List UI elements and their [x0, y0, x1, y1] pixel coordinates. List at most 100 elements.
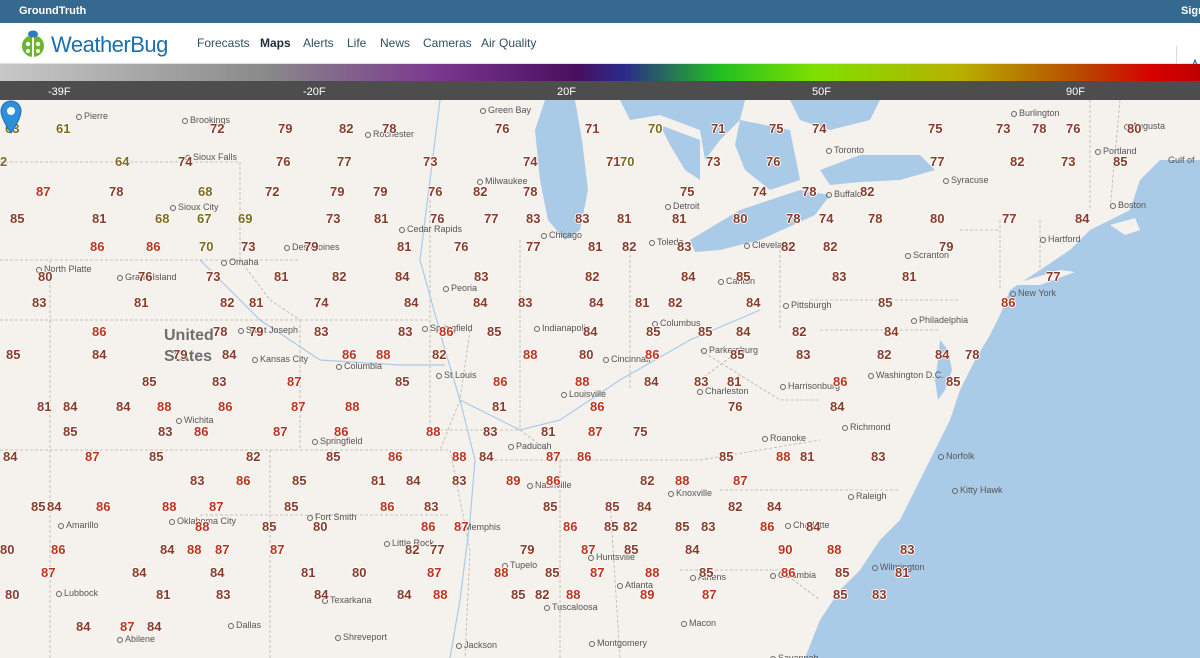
- temperature-reading[interactable]: 76: [1066, 122, 1080, 135]
- temperature-reading[interactable]: 84: [583, 325, 597, 338]
- temperature-reading[interactable]: 86: [1001, 296, 1015, 309]
- nav-item-cameras[interactable]: Cameras: [423, 36, 472, 50]
- temperature-reading[interactable]: 85: [545, 566, 559, 579]
- temperature-reading[interactable]: 80: [313, 520, 327, 533]
- temperature-reading[interactable]: 86: [781, 566, 795, 579]
- temperature-reading[interactable]: 82: [640, 474, 654, 487]
- temperature-reading[interactable]: 83: [796, 348, 810, 361]
- temperature-reading[interactable]: 82: [339, 122, 353, 135]
- temperature-reading[interactable]: 84: [147, 620, 161, 633]
- temperature-reading[interactable]: 88: [345, 400, 359, 413]
- temperature-reading[interactable]: 75: [769, 122, 783, 135]
- temperature-reading[interactable]: 76: [495, 122, 509, 135]
- temperature-reading[interactable]: 82: [668, 296, 682, 309]
- temperature-reading[interactable]: 87: [733, 474, 747, 487]
- temperature-reading[interactable]: 88: [162, 500, 176, 513]
- temperature-reading[interactable]: 80: [5, 588, 19, 601]
- temperature-reading[interactable]: 81: [800, 450, 814, 463]
- temperature-reading[interactable]: 86: [439, 325, 453, 338]
- temperature-reading[interactable]: 78: [802, 185, 816, 198]
- temperature-reading[interactable]: 84: [473, 296, 487, 309]
- temperature-reading[interactable]: 73: [996, 122, 1010, 135]
- temperature-reading[interactable]: 84: [767, 500, 781, 513]
- nav-item-air-quality[interactable]: Air Quality: [481, 36, 536, 50]
- temperature-reading[interactable]: 85: [835, 566, 849, 579]
- temperature-reading[interactable]: 85: [63, 425, 77, 438]
- temperature-reading[interactable]: 87: [36, 185, 50, 198]
- temperature-reading[interactable]: 84: [314, 588, 328, 601]
- temperature-reading[interactable]: 81: [37, 400, 51, 413]
- temperature-reading[interactable]: 80: [38, 270, 52, 283]
- temperature-reading[interactable]: 81: [902, 270, 916, 283]
- temperature-reading[interactable]: 84: [479, 450, 493, 463]
- temperature-reading[interactable]: 84: [935, 348, 949, 361]
- temperature-reading[interactable]: 86: [342, 348, 356, 361]
- temperature-reading[interactable]: 88: [827, 543, 841, 556]
- temperature-reading[interactable]: 78: [786, 212, 800, 225]
- temperature-reading[interactable]: 89: [506, 474, 520, 487]
- nav-item-news[interactable]: News: [380, 36, 410, 50]
- temperature-reading[interactable]: 83: [694, 375, 708, 388]
- temperature-reading[interactable]: 82: [332, 270, 346, 283]
- temperature-reading[interactable]: 84: [76, 620, 90, 633]
- temperature-reading[interactable]: 81: [301, 566, 315, 579]
- temperature-reading[interactable]: 78: [109, 185, 123, 198]
- temperature-reading[interactable]: 79: [330, 185, 344, 198]
- temperature-reading[interactable]: 80: [733, 212, 747, 225]
- temperature-reading[interactable]: 84: [3, 450, 17, 463]
- temperature-reading[interactable]: 84: [637, 500, 651, 513]
- temperature-reading[interactable]: 88: [187, 543, 201, 556]
- temperature-reading[interactable]: 85: [719, 450, 733, 463]
- temperature-reading[interactable]: 85: [142, 375, 156, 388]
- temperature-reading[interactable]: 84: [806, 520, 820, 533]
- temperature-reading[interactable]: 81: [374, 212, 388, 225]
- temperature-reading[interactable]: 82: [823, 240, 837, 253]
- temperature-reading[interactable]: 77: [1002, 212, 1016, 225]
- temperature-reading[interactable]: 82: [781, 240, 795, 253]
- temperature-reading[interactable]: 85: [292, 474, 306, 487]
- temperature-reading[interactable]: 70: [620, 155, 634, 168]
- temperature-reading[interactable]: 78: [965, 348, 979, 361]
- temperature-reading[interactable]: 85: [878, 296, 892, 309]
- temperature-reading[interactable]: 85: [326, 450, 340, 463]
- temperature-reading[interactable]: 85: [646, 325, 660, 338]
- temperature-reading[interactable]: 83: [212, 375, 226, 388]
- temperature-reading[interactable]: 81: [635, 296, 649, 309]
- nav-item-forecasts[interactable]: Forecasts: [197, 36, 250, 50]
- temperature-reading[interactable]: 67: [197, 212, 211, 225]
- temperature-reading[interactable]: 85: [946, 375, 960, 388]
- temperature-reading[interactable]: 76: [430, 212, 444, 225]
- temperature-reading[interactable]: 86: [146, 240, 160, 253]
- temperature-reading[interactable]: 83: [424, 500, 438, 513]
- temperature-reading[interactable]: 85: [543, 500, 557, 513]
- temperature-reading[interactable]: 78: [382, 122, 396, 135]
- temperature-reading[interactable]: 85: [675, 520, 689, 533]
- temperature-reading[interactable]: 80: [0, 543, 14, 556]
- temperature-reading[interactable]: 84: [685, 543, 699, 556]
- weather-map[interactable]: Pierre Brookings Sioux Falls Sioux City Omah…: [0, 100, 1200, 658]
- temperature-reading[interactable]: 86: [194, 425, 208, 438]
- temperature-reading[interactable]: 81: [492, 400, 506, 413]
- temperature-reading[interactable]: 70: [199, 240, 213, 253]
- temperature-reading[interactable]: 88: [157, 400, 171, 413]
- temperature-reading[interactable]: 82: [535, 588, 549, 601]
- weatherbug-logo[interactable]: WeatherBug: [20, 30, 170, 58]
- nav-item-maps[interactable]: Maps: [260, 36, 291, 50]
- temperature-reading[interactable]: 81: [617, 212, 631, 225]
- temperature-reading[interactable]: 83: [871, 450, 885, 463]
- temperature-reading[interactable]: 79: [939, 240, 953, 253]
- temperature-reading[interactable]: 79: [520, 543, 534, 556]
- temperature-reading[interactable]: 85: [6, 348, 20, 361]
- temperature-reading[interactable]: 82: [877, 348, 891, 361]
- temperature-reading[interactable]: 84: [210, 566, 224, 579]
- temperature-reading[interactable]: 83: [158, 425, 172, 438]
- temperature-reading[interactable]: 82: [622, 240, 636, 253]
- temperature-reading[interactable]: 84: [589, 296, 603, 309]
- temperature-reading[interactable]: 76: [766, 155, 780, 168]
- temperature-reading[interactable]: 77: [930, 155, 944, 168]
- temperature-reading[interactable]: 87: [120, 620, 134, 633]
- temperature-reading[interactable]: 71: [711, 122, 725, 135]
- temperature-reading[interactable]: 85: [624, 543, 638, 556]
- temperature-reading[interactable]: 88: [675, 474, 689, 487]
- temperature-reading[interactable]: 76: [728, 400, 742, 413]
